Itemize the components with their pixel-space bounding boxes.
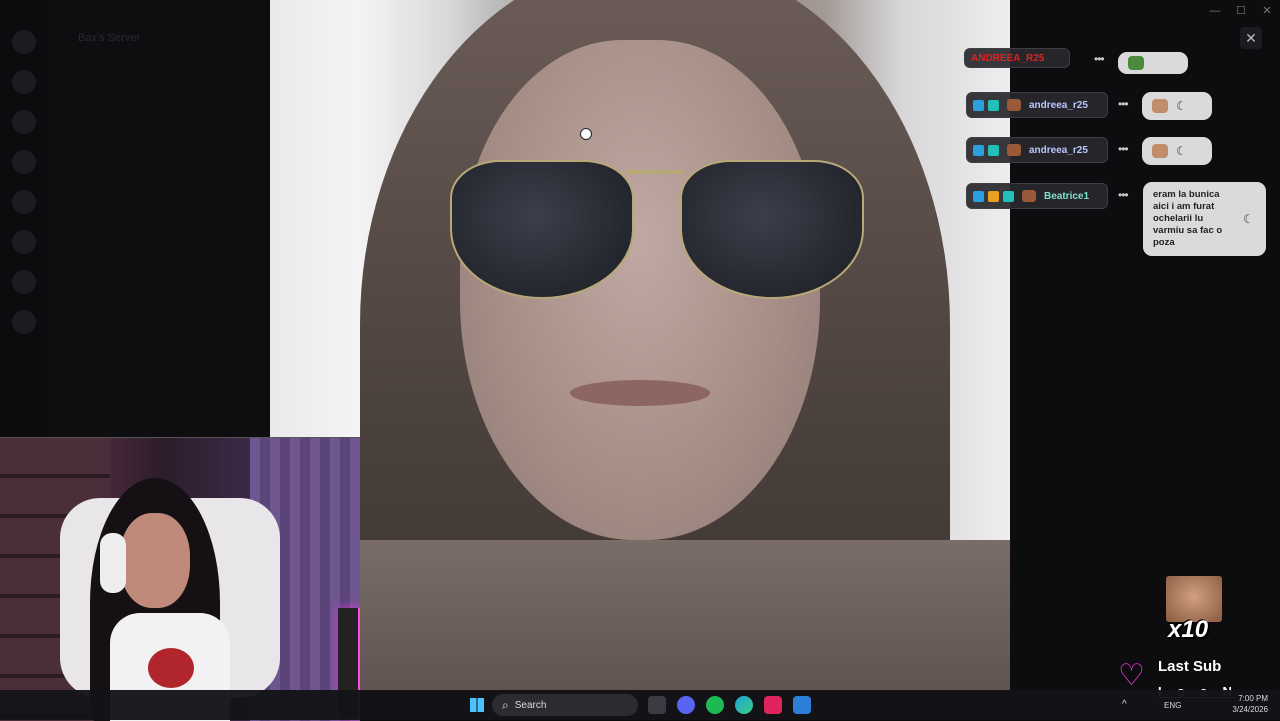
zoom-cursor-icon <box>580 128 592 140</box>
chat-message-bubble <box>1118 52 1188 74</box>
spotify-icon[interactable] <box>706 696 724 714</box>
chat-username-pill: Beatrice1 <box>966 183 1108 209</box>
sunglasses-left-lens <box>450 160 634 299</box>
search-placeholder: Search <box>514 699 547 711</box>
chat-message-bubble: eram la bunica aici i am furat ochelarii… <box>1143 182 1266 256</box>
badge-icon <box>973 144 984 156</box>
close-button[interactable]: ✕ <box>1240 27 1262 49</box>
shared-photo <box>270 0 1010 690</box>
window-controls: — ☐ ✕ <box>1202 0 1280 22</box>
server-icon[interactable] <box>12 190 36 214</box>
chat-message-bubble: ☾ <box>1142 92 1212 120</box>
more-icon[interactable]: ••• <box>1118 188 1129 202</box>
badge-icon <box>988 144 999 156</box>
sunglasses-right-lens <box>680 160 864 299</box>
edge-icon[interactable] <box>735 696 753 714</box>
start-icon[interactable] <box>470 698 484 712</box>
emote-icon <box>1152 144 1168 158</box>
chat-username-pill: ANDREEA_R25 <box>964 48 1070 68</box>
emote-icon <box>1007 99 1021 111</box>
sunglasses-bridge <box>625 170 685 174</box>
server-icon[interactable] <box>12 150 36 174</box>
server-sidebar <box>0 0 50 440</box>
photo-shirt <box>270 540 1010 690</box>
chat-username-pill: andreea_r25 <box>966 92 1108 118</box>
badge-icon <box>988 190 999 202</box>
chat-message-text: eram la bunica aici i am furat ochelarii… <box>1153 189 1223 248</box>
server-icon[interactable] <box>12 30 36 54</box>
search-icon: ⌕ <box>502 697 509 712</box>
moon-icon: ☾ <box>1176 144 1187 158</box>
file-explorer-icon[interactable] <box>648 696 666 714</box>
heart-icon: ♡ <box>1118 659 1145 692</box>
maximize-button[interactable]: ☐ <box>1228 0 1254 22</box>
emote-icon <box>1128 56 1144 70</box>
last-sub-title: Last Sub <box>1158 658 1222 675</box>
badge-icon <box>1003 190 1014 202</box>
headphones-icon <box>100 533 126 593</box>
more-icon[interactable]: ••• <box>1118 97 1129 111</box>
chat-username: andreea_r25 <box>1029 144 1088 156</box>
sub-multiplier: x10 <box>1168 616 1209 643</box>
tiktok-icon[interactable] <box>764 696 782 714</box>
tray-chevron-icon[interactable]: ^ <box>1122 699 1127 710</box>
chat-message-bubble: ☾ <box>1142 137 1212 165</box>
server-icon[interactable] <box>12 270 36 294</box>
server-icon[interactable] <box>12 230 36 254</box>
tshirt-logo <box>148 648 194 688</box>
more-icon[interactable]: ••• <box>1118 142 1129 156</box>
window-close-button[interactable]: ✕ <box>1254 0 1280 22</box>
chat-username: andreea_r25 <box>1029 99 1088 111</box>
app-icon[interactable] <box>793 696 811 714</box>
server-icon[interactable] <box>12 70 36 94</box>
chat-username-pill: andreea_r25 <box>966 137 1108 163</box>
taskbar: ⌕ Search ^ ENG 7:00 PM 3/24/2026 <box>0 690 1280 720</box>
discord-icon[interactable] <box>677 696 695 714</box>
moon-icon: ☾ <box>1243 212 1254 226</box>
search-box[interactable]: ⌕ Search <box>492 694 638 716</box>
clock-date: 3/24/2026 <box>1232 705 1268 714</box>
more-icon[interactable]: ••• <box>1094 52 1105 66</box>
photo-lips <box>570 380 710 406</box>
server-name[interactable]: Bax's Server <box>78 32 140 44</box>
emote-icon <box>1022 190 1036 202</box>
badge-icon <box>988 99 999 111</box>
language-indicator[interactable]: ENG <box>1164 701 1181 710</box>
minimize-button[interactable]: — <box>1202 0 1228 22</box>
streamer-webcam <box>0 437 360 721</box>
server-icon[interactable] <box>12 310 36 334</box>
server-icon[interactable] <box>12 110 36 134</box>
clock[interactable]: 7:00 PM 3/24/2026 <box>1224 693 1268 715</box>
chat-username: Beatrice1 <box>1044 190 1090 202</box>
badge-icon <box>973 190 984 202</box>
badge-icon <box>973 99 984 111</box>
clock-time: 7:00 PM <box>1238 694 1268 703</box>
emote-icon <box>1152 99 1168 113</box>
chat-username: ANDREEA_R25 <box>971 52 1045 64</box>
channel-list <box>50 0 270 440</box>
moon-icon: ☾ <box>1176 99 1187 113</box>
emote-icon <box>1007 144 1021 156</box>
streamer-face <box>120 513 190 608</box>
